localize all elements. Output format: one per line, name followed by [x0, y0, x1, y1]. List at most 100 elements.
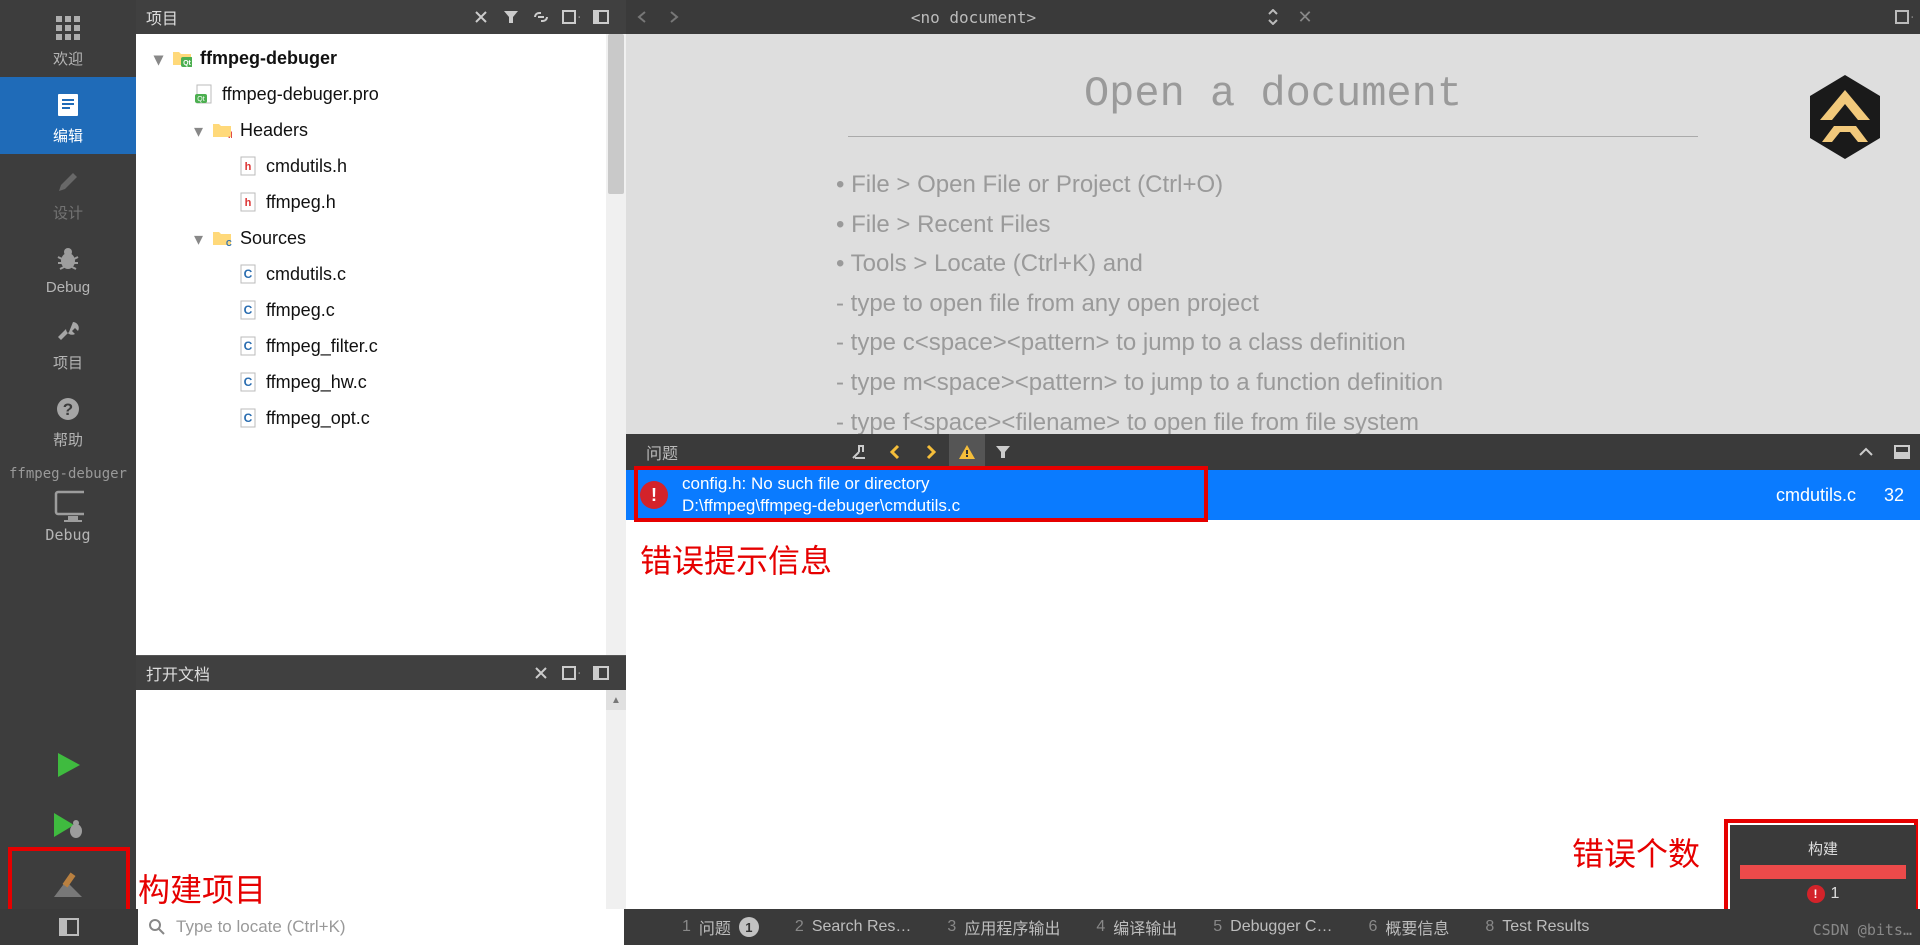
folder-h-icon: .h: [212, 120, 232, 140]
svg-text:+: +: [578, 10, 580, 24]
error-icon: !: [640, 481, 668, 509]
svg-text:+: +: [1911, 10, 1913, 24]
search-icon: [148, 918, 166, 936]
link-icon[interactable]: [526, 0, 556, 34]
monitor-icon: [52, 490, 84, 522]
svg-text:Qt: Qt: [183, 60, 191, 67]
tree-pro-label: ffmpeg-debuger.pro: [222, 84, 379, 105]
tree-headers-label: Headers: [240, 120, 308, 141]
build-popup-title: 构建: [1808, 838, 1838, 859]
nav-project-label: 项目: [53, 352, 83, 373]
tree-headers-folder[interactable]: ▾ .h Headers: [136, 112, 626, 148]
clear-icon[interactable]: [841, 434, 877, 470]
tab-test[interactable]: 8Test Results: [1467, 909, 1607, 945]
svg-text:.h: .h: [228, 130, 232, 139]
tab-problems[interactable]: 1问题1: [664, 909, 777, 945]
problems-toolbar: 问题: [626, 434, 1920, 470]
nav-design-label: 设计: [53, 202, 83, 223]
tree-pro-file[interactable]: Qt ffmpeg-debuger.pro: [136, 76, 626, 112]
folder-cpp-icon: C++: [212, 228, 232, 248]
nav-edit[interactable]: 编辑: [0, 77, 136, 154]
sort-icon[interactable]: [466, 0, 496, 34]
build-progress-bar: [1740, 865, 1906, 879]
nav-help[interactable]: ? 帮助: [0, 381, 136, 458]
error-file: cmdutils.c: [1776, 485, 1856, 506]
c-file-icon: C: [238, 300, 258, 320]
run-button[interactable]: [52, 735, 84, 795]
project-panel-header: 项目 +: [136, 0, 626, 34]
nav-back-button[interactable]: [626, 0, 658, 34]
filter-icon[interactable]: [985, 434, 1021, 470]
problems-body: [626, 520, 1920, 945]
tree-scrollbar[interactable]: [606, 34, 626, 655]
chevron-down-icon: ▾: [154, 49, 172, 67]
close-pane-icon[interactable]: [586, 656, 616, 690]
filter-icon[interactable]: [496, 0, 526, 34]
tab-search[interactable]: 2Search Res…: [777, 909, 930, 945]
output-tabs: 1问题1 2Search Res… 3应用程序输出 4编译输出 5Debugge…: [624, 909, 1920, 945]
project-tree[interactable]: ▾ Qt ffmpeg-debuger Qt ffmpeg-debuger.pr…: [136, 34, 626, 655]
run-debug-button[interactable]: [50, 795, 86, 855]
open-docs-title: 打开文档: [146, 661, 210, 685]
add-split-icon[interactable]: +: [556, 656, 586, 690]
nav-project[interactable]: 项目: [0, 304, 136, 381]
docs-scrollbar[interactable]: ▲▼: [606, 690, 626, 945]
error-path: D:\ffmpeg\ffmpeg-debuger\cmdutils.c: [682, 495, 960, 517]
nav-help-label: 帮助: [53, 429, 83, 450]
prev-issue-button[interactable]: [877, 434, 913, 470]
status-bar: Type to locate (Ctrl+K) 1问题1 2Search Res…: [0, 909, 1920, 945]
divider: [848, 136, 1698, 137]
tab-debugger[interactable]: 5Debugger C…: [1195, 909, 1350, 945]
tab-general[interactable]: 6概要信息: [1350, 909, 1467, 945]
nav-forward-button[interactable]: [658, 0, 690, 34]
nav-welcome[interactable]: 欢迎: [0, 0, 136, 77]
minimize-icon[interactable]: [1884, 434, 1920, 470]
tree-sources-folder[interactable]: ▾ C++ Sources: [136, 220, 626, 256]
problem-row[interactable]: ! config.h: No such file or directory D:…: [626, 470, 1920, 520]
error-icon: !: [1807, 885, 1825, 903]
tree-file-c[interactable]: Cffmpeg.c: [136, 292, 626, 328]
warning-filter-icon[interactable]: [949, 434, 985, 470]
add-split-icon[interactable]: +: [556, 0, 586, 34]
tree-root-label: ffmpeg-debuger: [200, 48, 337, 69]
nav-edit-label: 编辑: [53, 125, 83, 146]
build-error-count: ! 1: [1807, 885, 1840, 903]
tree-root[interactable]: ▾ Qt ffmpeg-debuger: [136, 40, 626, 76]
error-message: config.h: No such file or directory: [682, 473, 960, 495]
project-panel-title: 项目: [146, 5, 178, 29]
sidebar-toggle-button[interactable]: [0, 909, 138, 945]
welcome-pane: Open a document • File > Open File or Pr…: [626, 34, 1920, 434]
left-panels: 项目 + ▾ Qt ffmpeg-debuger Qt ffmpeg-debug…: [136, 0, 626, 945]
tree-sources-label: Sources: [240, 228, 306, 249]
locator-input[interactable]: Type to locate (Ctrl+K): [138, 909, 624, 945]
bug-icon: [52, 243, 84, 275]
collapse-icon[interactable]: [1848, 434, 1884, 470]
locator-placeholder: Type to locate (Ctrl+K): [176, 917, 346, 937]
nav-debug[interactable]: Debug: [0, 231, 136, 304]
pro-file-icon: Qt: [194, 84, 214, 104]
next-issue-button[interactable]: [913, 434, 949, 470]
tree-file-h[interactable]: hffmpeg.h: [136, 184, 626, 220]
mode-sidebar: 欢迎 编辑 设计 Debug 项目 ? 帮助 ffmpeg-debuger De…: [0, 0, 136, 945]
nav-design[interactable]: 设计: [0, 154, 136, 231]
current-doc-label: <no document>: [690, 8, 1257, 27]
nav-debug-label: Debug: [46, 279, 90, 296]
tree-file-c[interactable]: Cffmpeg_filter.c: [136, 328, 626, 364]
kit-selector[interactable]: Debug: [0, 490, 136, 550]
nav-welcome-label: 欢迎: [53, 48, 83, 69]
split-icon[interactable]: +: [1888, 0, 1920, 34]
tree-file-c[interactable]: Cffmpeg_opt.c: [136, 400, 626, 436]
welcome-title: Open a document: [626, 34, 1920, 118]
close-doc-button[interactable]: ✕: [1289, 0, 1321, 34]
sort-icon[interactable]: [526, 656, 556, 690]
tree-file-c[interactable]: Cffmpeg_hw.c: [136, 364, 626, 400]
layout-icon[interactable]: [586, 0, 616, 34]
tree-file-h[interactable]: hcmdutils.h: [136, 148, 626, 184]
tab-compile[interactable]: 4编译输出: [1078, 909, 1195, 945]
doc-stepper-icon[interactable]: [1257, 0, 1289, 34]
c-file-icon: C: [238, 372, 258, 392]
wrench-icon: [52, 316, 84, 348]
tree-file-c[interactable]: Ccmdutils.c: [136, 256, 626, 292]
tab-app-output[interactable]: 3应用程序输出: [929, 909, 1078, 945]
build-progress-popup[interactable]: 构建 ! 1: [1730, 825, 1916, 915]
